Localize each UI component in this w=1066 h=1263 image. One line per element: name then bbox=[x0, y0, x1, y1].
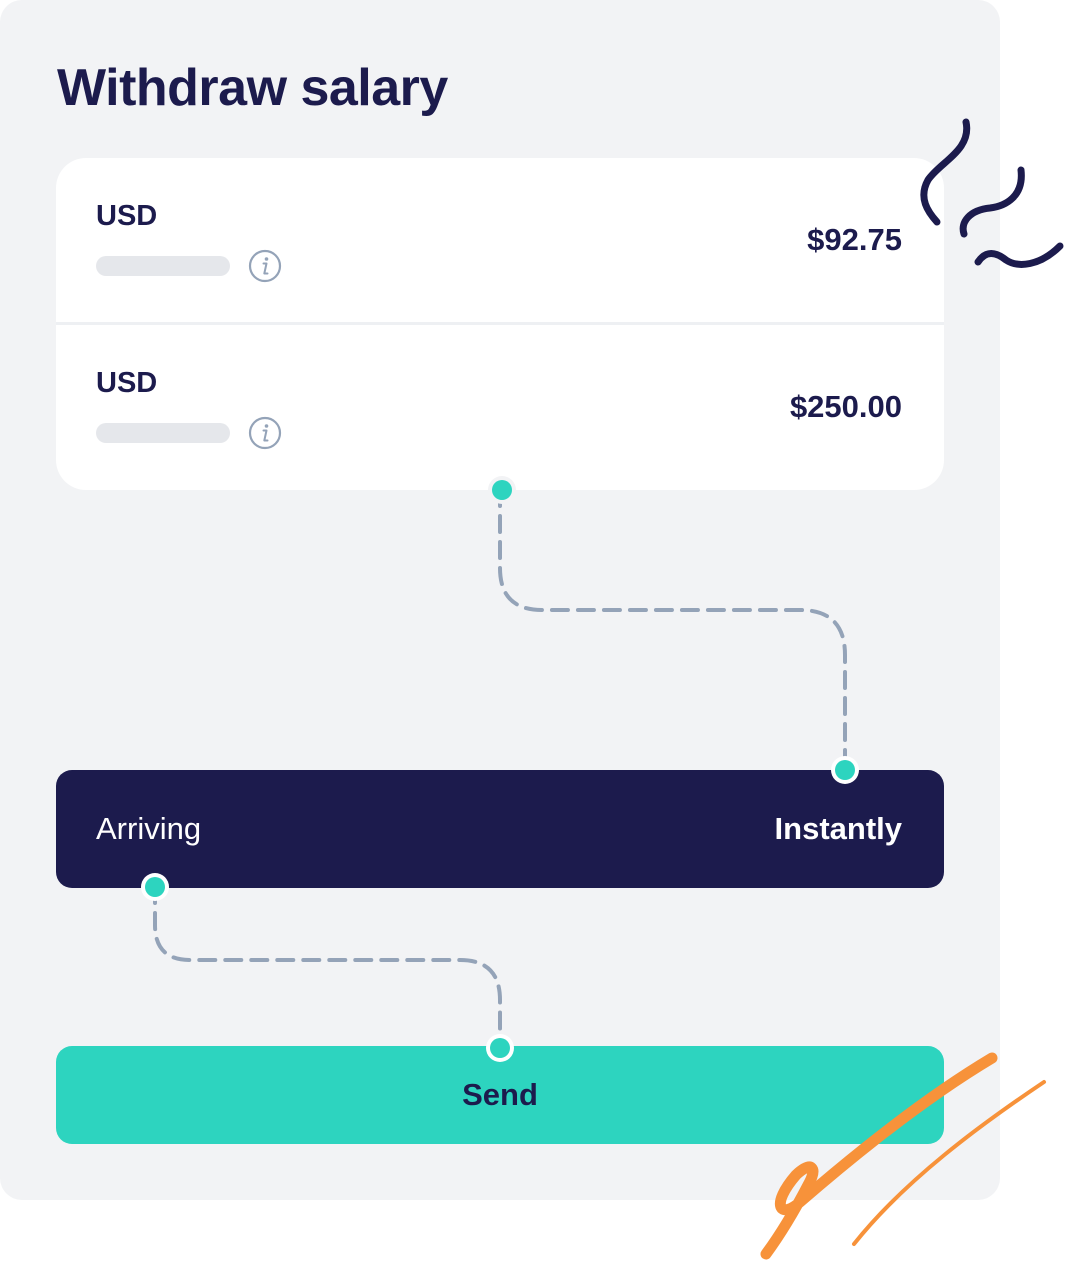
currency-label: USD bbox=[96, 367, 158, 399]
arriving-value: Instantly bbox=[774, 811, 902, 846]
description-placeholder bbox=[96, 256, 230, 276]
balance-card: USD $92.75 USD $250.00 bbox=[56, 158, 944, 490]
send-button[interactable]: Send bbox=[56, 1046, 944, 1144]
description-placeholder bbox=[96, 423, 230, 443]
amount-value: $250.00 bbox=[789, 389, 902, 424]
info-icon[interactable] bbox=[248, 416, 282, 450]
amount-value: $92.75 bbox=[807, 222, 902, 257]
balance-row[interactable]: USD $92.75 bbox=[56, 158, 944, 323]
arriving-bar: Arriving Instantly bbox=[56, 770, 944, 888]
arriving-label: Arriving bbox=[96, 811, 202, 846]
balance-row[interactable]: USD $250.00 bbox=[56, 325, 944, 490]
withdraw-panel: Withdraw salary USD $92.75 USD $250.00 A bbox=[0, 0, 1000, 1200]
page-title: Withdraw salary bbox=[57, 59, 448, 117]
currency-label: USD bbox=[96, 200, 158, 232]
info-icon[interactable] bbox=[248, 249, 282, 283]
